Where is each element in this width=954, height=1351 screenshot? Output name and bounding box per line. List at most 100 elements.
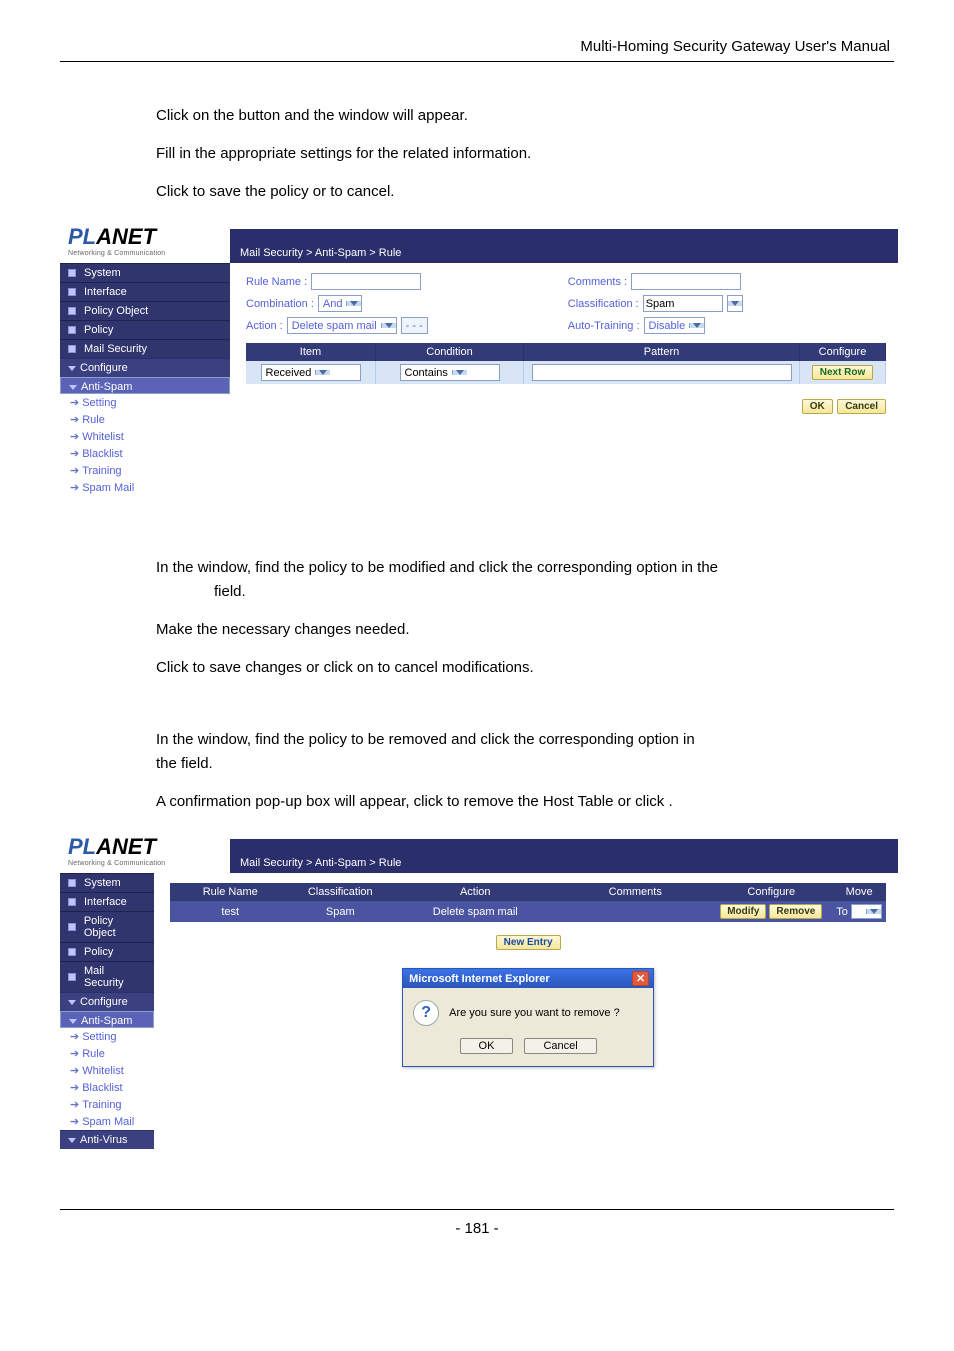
triangle-down-icon bbox=[68, 1000, 76, 1005]
classification-label: Classification : bbox=[568, 298, 639, 310]
nav-policy-object[interactable]: Policy Object bbox=[60, 912, 154, 942]
rule-table-header: Item Condition Pattern Configure bbox=[246, 343, 886, 361]
nav-blacklist[interactable]: ➔Blacklist bbox=[60, 1079, 154, 1096]
ok-button[interactable]: OK bbox=[802, 399, 833, 414]
rule-name-input[interactable] bbox=[311, 273, 421, 290]
nav-configure[interactable]: Configure bbox=[60, 992, 154, 1011]
nav-anti-spam[interactable]: Anti-Spam bbox=[60, 1011, 154, 1028]
th-rule-name: Rule Name bbox=[170, 883, 290, 901]
sidebar: System Interface Policy Object Policy Ma… bbox=[60, 263, 230, 496]
square-icon bbox=[68, 898, 76, 906]
breadcrumb-bar: Mail Security > Anti-Spam > Rule bbox=[230, 229, 898, 263]
dialog-cancel-button[interactable]: Cancel bbox=[524, 1038, 596, 1054]
p7b: the field. bbox=[156, 755, 213, 772]
nav-interface[interactable]: Interface bbox=[60, 283, 230, 301]
rule-name-label: Rule Name : bbox=[246, 276, 307, 288]
move-to-label: To bbox=[836, 906, 848, 918]
triangle-down-icon bbox=[68, 366, 76, 371]
td-classification: Spam bbox=[290, 901, 390, 922]
combination-select[interactable]: And bbox=[318, 295, 363, 312]
pattern-input[interactable] bbox=[532, 364, 792, 381]
nav-policy-object[interactable]: Policy Object bbox=[60, 302, 230, 320]
nav-policy[interactable]: Policy bbox=[60, 943, 154, 961]
combination-label: Combination : bbox=[246, 298, 314, 310]
square-icon bbox=[68, 345, 76, 353]
remove-button[interactable]: Remove bbox=[769, 904, 822, 919]
nav-whitelist[interactable]: ➔Whitelist bbox=[60, 428, 230, 445]
action-label: Action : bbox=[246, 320, 283, 332]
nav-interface[interactable]: Interface bbox=[60, 893, 154, 911]
th-item: Item bbox=[246, 343, 376, 361]
nav-blacklist[interactable]: ➔Blacklist bbox=[60, 445, 230, 462]
p7a: In the window, find the policy to be rem… bbox=[156, 731, 695, 748]
auto-training-select[interactable]: Disable bbox=[644, 317, 706, 334]
nav-rule[interactable]: ➔Rule bbox=[60, 1045, 154, 1062]
nav-rule[interactable]: ➔Rule bbox=[60, 411, 230, 428]
p2: Fill in the appropriate settings for the… bbox=[156, 142, 864, 166]
planet-logo: PLANET Networking & Communication bbox=[60, 218, 230, 263]
page-footer: - 181 - bbox=[60, 1220, 894, 1237]
nav-system[interactable]: System bbox=[60, 874, 154, 892]
nav-anti-virus[interactable]: Anti-Virus bbox=[60, 1130, 154, 1149]
cancel-button[interactable]: Cancel bbox=[837, 399, 886, 414]
logo-part1: PL bbox=[68, 224, 96, 249]
comments-input[interactable] bbox=[631, 273, 741, 290]
dialog-message: Are you sure you want to remove ? bbox=[449, 1007, 620, 1019]
p6: Click to save changes or click on to can… bbox=[156, 656, 864, 680]
nav-setting[interactable]: ➔Setting bbox=[60, 1028, 154, 1045]
breadcrumb-bar: Mail Security > Anti-Spam > Rule bbox=[230, 839, 898, 873]
nav-anti-spam[interactable]: Anti-Spam bbox=[60, 377, 230, 394]
nav-mail-security[interactable]: Mail Security bbox=[60, 962, 154, 992]
td-action: Delete spam mail bbox=[390, 901, 560, 922]
modify-button[interactable]: Modify bbox=[720, 904, 766, 919]
comments-label: Comments : bbox=[568, 276, 627, 288]
nav-setting[interactable]: ➔Setting bbox=[60, 394, 230, 411]
triangle-down-icon bbox=[69, 1019, 77, 1024]
classification-input[interactable] bbox=[643, 295, 723, 312]
action-sub-select[interactable]: - - - bbox=[401, 317, 428, 334]
next-row-button[interactable]: Next Row bbox=[812, 365, 874, 380]
question-icon: ? bbox=[413, 1000, 439, 1026]
confirm-dialog: Microsoft Internet Explorer ✕ ? Are you … bbox=[402, 968, 654, 1067]
th-condition: Condition bbox=[376, 343, 524, 361]
header-rule bbox=[60, 61, 894, 62]
new-entry-button[interactable]: New Entry bbox=[496, 935, 561, 950]
nav-policy[interactable]: Policy bbox=[60, 321, 230, 339]
logo-sub: Networking & Communication bbox=[68, 860, 222, 867]
logo-part1: PL bbox=[68, 834, 96, 859]
nav-training[interactable]: ➔Training bbox=[60, 1096, 154, 1113]
p1: Click on the button and the window will … bbox=[156, 104, 864, 128]
square-icon bbox=[68, 879, 76, 887]
square-icon bbox=[68, 948, 76, 956]
triangle-down-icon bbox=[69, 385, 77, 390]
move-to-select[interactable]: 1 bbox=[851, 904, 882, 919]
item-select[interactable]: Received bbox=[261, 364, 361, 381]
nav-configure[interactable]: Configure bbox=[60, 358, 230, 377]
nav-system[interactable]: System bbox=[60, 264, 230, 282]
square-icon bbox=[68, 307, 76, 315]
body-text-2: In the window, find the policy to be mod… bbox=[156, 556, 864, 680]
page-header: Multi-Homing Security Gateway User's Man… bbox=[60, 38, 894, 55]
nav-mail-security[interactable]: Mail Security bbox=[60, 340, 230, 358]
chevron-down-icon bbox=[866, 909, 881, 914]
th-move: Move bbox=[832, 883, 886, 901]
auto-training-label: Auto-Training : bbox=[568, 320, 640, 332]
action-select[interactable]: Delete spam mail bbox=[287, 317, 397, 334]
main-panel-1: Rule Name : Combination : And Action : D… bbox=[230, 263, 898, 496]
classification-dd[interactable] bbox=[727, 295, 743, 312]
p3: Click to save the policy or to cancel. bbox=[156, 180, 864, 204]
nav-spam-mail[interactable]: ➔Spam Mail bbox=[60, 1113, 154, 1130]
condition-select[interactable]: Contains bbox=[400, 364, 500, 381]
nav-training[interactable]: ➔Training bbox=[60, 462, 230, 479]
th-pattern: Pattern bbox=[524, 343, 800, 361]
dialog-ok-button[interactable]: OK bbox=[460, 1038, 514, 1054]
square-icon bbox=[68, 288, 76, 296]
p8: A confirmation pop-up box will appear, c… bbox=[156, 790, 864, 814]
body-text-1: Click on the button and the window will … bbox=[156, 104, 864, 204]
td-rule-name: test bbox=[170, 901, 290, 922]
th-action: Action bbox=[390, 883, 560, 901]
nav-spam-mail[interactable]: ➔Spam Mail bbox=[60, 479, 230, 496]
nav-whitelist[interactable]: ➔Whitelist bbox=[60, 1062, 154, 1079]
close-icon[interactable]: ✕ bbox=[632, 971, 649, 986]
logo-part2: ANET bbox=[96, 224, 156, 249]
